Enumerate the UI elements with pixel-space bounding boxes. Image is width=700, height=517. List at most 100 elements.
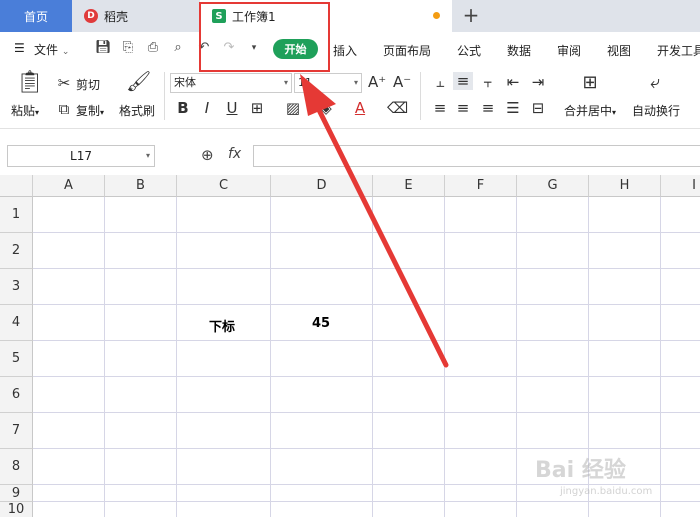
menu-item-insert[interactable]: 插入 [333,42,357,59]
chevron-down-icon: ▾ [283,78,288,87]
wrap-text-icon[interactable]: ⤶ [642,74,668,92]
align-center-icon[interactable]: ≡ [455,99,471,117]
wrap-text-button[interactable]: 自动换行 [632,102,680,119]
grid-line [33,484,700,485]
row-header-8[interactable]: 8 [0,449,33,485]
row-header-10[interactable]: 10 [0,502,33,517]
unsaved-dot-icon [433,12,440,19]
decrease-indent-icon[interactable]: ⇤ [505,73,521,91]
menu-item-review[interactable]: 审阅 [557,42,581,59]
cell-c4[interactable]: 下标 [209,316,235,335]
column-header-a[interactable]: A [33,175,105,197]
font-color-icon[interactable]: A [352,99,368,117]
underline-button[interactable]: U [224,99,240,117]
decrease-font-icon[interactable]: A⁻ [393,73,411,91]
row-header-9[interactable]: 9 [0,485,33,502]
align-left-icon[interactable]: ≡ [432,99,448,117]
export-icon[interactable]: ⎘ [120,40,136,56]
tab-daoke-label: 稻壳 [104,9,129,24]
scissors-icon[interactable]: ✂ [56,74,72,92]
grid-line [660,197,661,517]
column-header-f[interactable]: F [445,175,517,197]
row-header-2[interactable]: 2 [0,233,33,269]
fx-button[interactable]: fx [228,146,241,162]
merge-center-button[interactable]: 合并居中▾ [564,102,616,119]
tab-daoke[interactable]: D 稻壳 [72,0,200,32]
name-box[interactable]: L17 ▾ [7,145,155,167]
zoom-icon[interactable]: ⊕ [201,146,214,164]
format-painter-button[interactable]: 格式刷 [119,102,155,119]
align-middle-icon[interactable]: ≡ [453,72,473,90]
increase-font-icon[interactable]: A⁺ [368,73,386,91]
bold-button[interactable]: B [175,99,191,117]
font-size-value: 11 [298,76,312,89]
diagonal-border-icon[interactable]: ▨ [285,99,301,117]
grid-line [33,268,700,269]
file-menu[interactable]: 文件 ⌄ [34,41,69,58]
column-header-g[interactable]: G [517,175,589,197]
print-icon[interactable]: ⎙ [145,40,161,56]
chevron-down-icon: ⌄ [61,47,70,57]
copy-icon[interactable]: ⧉ [56,100,72,118]
merge-center-icon[interactable]: ⊞ [577,74,603,92]
grid-line [372,197,373,517]
row-header-3[interactable]: 3 [0,269,33,305]
chevron-down-icon: ▾ [612,108,617,117]
row-header-6[interactable]: 6 [0,377,33,413]
tab-home-label: 首页 [23,9,48,24]
chevron-down-icon: ▾ [35,108,40,117]
column-header-e[interactable]: E [373,175,445,197]
column-header-h[interactable]: H [589,175,661,197]
menu-item-view[interactable]: 视图 [607,42,631,59]
align-right-icon[interactable]: ≡ [480,99,496,117]
watermark-logo: Bai 经验 [535,458,626,483]
format-painter-icon[interactable]: 🖌︎ [126,71,151,91]
font-size-select[interactable]: 11 ▾ [294,73,362,93]
font-name-select[interactable]: 宋体 ▾ [170,73,292,93]
annotation-highlight-box [199,2,330,72]
justify-icon[interactable]: ☰ [505,99,521,117]
select-all-corner[interactable] [0,175,33,197]
row-header-7[interactable]: 7 [0,413,33,449]
paste-icon[interactable]: 📋︎ [16,72,44,94]
column-header-b[interactable]: B [105,175,177,197]
print-preview-icon[interactable]: ⌕ [170,40,186,56]
ribbon-divider [420,72,421,120]
cell-d4[interactable]: 45 [312,316,330,331]
align-top-icon[interactable]: ⫠ [432,73,448,91]
copy-button[interactable]: 复制▾ [76,102,104,119]
menu-item-page-layout[interactable]: 页面布局 [383,42,431,59]
formula-input[interactable] [253,145,700,167]
paste-button[interactable]: 粘贴▾ [11,102,39,119]
tab-home[interactable]: 首页 [0,0,72,32]
increase-indent-icon[interactable]: ⇥ [530,73,546,91]
column-header-i[interactable]: I [661,175,700,197]
row-header-5[interactable]: 5 [0,341,33,377]
grid-line [270,197,271,517]
menu-item-developer[interactable]: 开发工具 [657,42,700,59]
grid-line [444,197,445,517]
cut-button[interactable]: 剪切 [76,76,100,93]
grid-line [33,412,700,413]
row-header-1[interactable]: 1 [0,197,33,233]
border-icon[interactable]: ⊞ [249,99,265,117]
menu-item-data[interactable]: 数据 [507,42,531,59]
clear-format-icon[interactable]: ⌫ [387,99,408,117]
new-tab-button[interactable]: + [460,4,482,26]
column-header-c[interactable]: C [177,175,271,197]
grid-line [33,340,700,341]
hamburger-icon[interactable]: ☰ [14,41,25,55]
menu-item-formula[interactable]: 公式 [457,42,481,59]
row-header-4[interactable]: 4 [0,305,33,341]
distributed-icon[interactable]: ⊟ [530,99,546,117]
fill-color-icon[interactable]: ◈ [318,99,334,117]
grid-line [33,501,700,502]
chevron-down-icon: ▾ [353,78,358,87]
italic-button[interactable]: I [199,99,215,117]
paste-label: 粘贴 [11,104,36,118]
save-icon[interactable]: 💾︎ [95,40,112,56]
column-header-d[interactable]: D [271,175,373,197]
grid-line [33,304,700,305]
align-bottom-icon[interactable]: ⫟ [480,73,496,91]
grid-line [33,448,700,449]
